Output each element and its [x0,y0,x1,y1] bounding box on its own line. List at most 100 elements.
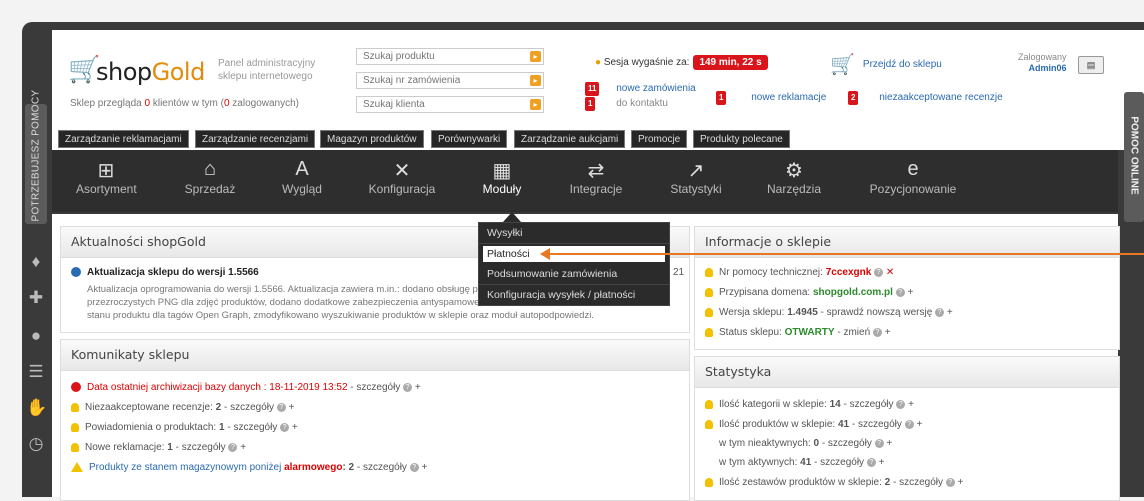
details-link[interactable]: szczegóły [356,382,400,393]
shopgold-logo[interactable]: 🛒 shopGold [68,54,208,88]
tab-reviews[interactable]: Zarządzanie recenzjami [195,130,316,148]
details-link[interactable]: - szczegóły [819,438,872,449]
plus-icon[interactable]: + [879,457,885,468]
message-row: Produkty ze stanem magazynowym poniżej a… [71,462,427,473]
sitemap-icon: ⊞ [97,160,115,182]
search-icon[interactable]: ▸ [530,51,541,62]
complaints-badge: 1 [716,91,727,105]
statistics-title: Statystyka [695,357,1119,388]
bulb-icon [705,307,713,317]
contact-notice[interactable]: 1 do kontaktu [585,97,668,111]
online-help-tab[interactable]: POMOC ONLINE [1124,92,1144,222]
details-link[interactable]: - szczegóły [841,399,894,410]
new-complaints-notice[interactable]: 1 nowe reklamacje [716,91,826,105]
help-icon[interactable]: ? [895,287,905,297]
nav-modules[interactable]: ▦ Moduły [472,158,532,196]
new-orders-notice[interactable]: 11 nowe zamówienia [585,82,696,96]
menu-item-shipping-payment-config[interactable]: Konfiguracja wysyłek / płatności [479,285,669,305]
statistics-box: Statystyka Ilość kategorii w sklepie: 14… [694,356,1120,501]
bulb-icon [705,399,713,409]
help-icon[interactable]: ? [874,438,884,448]
plus-icon[interactable]: + [916,419,922,430]
tab-warehouse[interactable]: Magazyn produktów [320,130,424,148]
help-icon[interactable]: ? [403,382,413,392]
nav-configuration[interactable]: ✕ Konfiguracja [364,158,440,196]
nav-tools[interactable]: ⚙ Narzędzia [764,158,824,196]
user-card-icon[interactable]: ▤ [1078,56,1104,74]
help-icon[interactable]: ? [276,402,286,412]
hand-icon[interactable]: ✋ [26,398,47,418]
integration-icon: ⇄ [587,160,605,182]
help-icon[interactable]: ? [866,457,876,467]
search-client-input[interactable] [357,97,529,112]
plus-icon[interactable]: + [886,438,892,449]
help-icon[interactable]: ? [280,422,290,432]
details-link[interactable]: szczegóły [182,442,226,453]
nav-appearance[interactable]: A Wygląd [272,158,332,196]
list-icon[interactable]: ☰ [26,362,46,382]
search-icon[interactable]: ▸ [530,75,541,86]
help-icon[interactable]: ? [896,399,906,409]
close-icon[interactable]: ✕ [886,267,894,278]
change-status-link[interactable]: - zmień [835,327,870,338]
details-link[interactable]: szczegóły [233,422,277,433]
nav-statistics[interactable]: ↗ Statystyki [666,158,726,196]
search-product-input[interactable] [357,49,529,64]
plus-icon[interactable]: + [908,399,914,410]
nav-assortment[interactable]: ⊞ Asortyment [76,158,137,196]
search-product-field[interactable]: ▸ [356,48,544,65]
help-tab[interactable]: POTRZEBUJESZ POMOCY [25,90,47,224]
plus-icon[interactable]: + [292,422,298,433]
details-link[interactable]: - szczegóły [849,419,902,430]
tools-icon: ✕ [393,160,411,182]
panel-title: Panel administracyjny sklepu internetowe… [218,58,316,82]
plus-icon[interactable]: + [885,327,891,338]
plus-icon[interactable]: + [240,442,246,453]
plus-icon[interactable]: + [289,402,295,413]
menu-item-order-summary[interactable]: Podsumowanie zamówienia [479,264,669,285]
message-row: Nowe reklamacje: 1 - szczegóły ? + [71,442,246,453]
main-nav: ⊞ Asortyment ⌂ Sprzedaż A Wygląd ✕ Konfigura… [52,150,1118,212]
help-icon[interactable]: ? [409,462,419,472]
tab-comparators[interactable]: Porównywarki [431,130,508,148]
news-item-title[interactable]: Aktualizacja sklepu do wersji 1.5566 [71,267,259,278]
plus-icon[interactable]: + [415,382,421,393]
help-icon[interactable]: ? [874,267,884,277]
nav-sales[interactable]: ⌂ Sprzedaż [180,158,240,196]
plus-icon[interactable]: + [908,287,914,298]
money-bag-icon[interactable]: ♦ [26,252,46,272]
plus-icon[interactable]: + [421,462,427,473]
plus-icon[interactable]: + [947,307,953,318]
money-add-icon[interactable]: ✚ [26,288,46,308]
search-client-field[interactable]: ▸ [356,96,544,113]
check-version-link[interactable]: - sprawdź nowszą wersję [818,307,933,318]
shop-visitors: Sklep przegląda 0 klientów w tym (0 zalo… [70,98,300,109]
search-icon[interactable]: ▸ [530,99,541,110]
help-icon[interactable]: ? [228,442,238,452]
nav-seo[interactable]: e Pozycjonowanie [868,158,958,196]
tab-complaints[interactable]: Zarządzanie reklamacjami [58,130,189,148]
help-icon[interactable]: ? [872,327,882,337]
menu-item-shipping[interactable]: Wysyłki [479,223,669,244]
tab-promotions[interactable]: Promocje [631,130,688,148]
stat-row: Ilość kategorii w sklepie: 14 - szczegół… [705,399,914,410]
help-icon[interactable]: ? [935,307,945,317]
user-icon[interactable]: ● [26,326,46,346]
plus-icon[interactable]: + [958,477,964,488]
nav-integrations[interactable]: ⇄ Integracje [564,158,628,196]
details-link[interactable]: - szczegóły [890,477,943,488]
details-link[interactable]: szczegóły [230,402,274,413]
clock-icon[interactable]: ◷ [26,434,46,454]
search-order-field[interactable]: ▸ [356,72,544,89]
reviews-notice[interactable]: 2 niezaakceptowane recenzje [848,91,1003,105]
tab-recommended[interactable]: Produkty polecane [693,130,790,148]
message-row: Niezaakceptowane recenzje: 2 - szczegóły… [71,402,294,413]
help-icon[interactable]: ? [945,477,955,487]
session-badge: 149 min, 22 s [693,55,768,70]
details-link[interactable]: - szczegóły [811,457,864,468]
go-to-shop-link[interactable]: 🛒 Przejdź do sklepu [830,52,942,77]
tab-auctions[interactable]: Zarządzanie aukcjami [514,130,626,148]
details-link[interactable]: szczegóły [363,462,407,473]
search-order-input[interactable] [357,73,529,88]
help-icon[interactable]: ? [904,419,914,429]
